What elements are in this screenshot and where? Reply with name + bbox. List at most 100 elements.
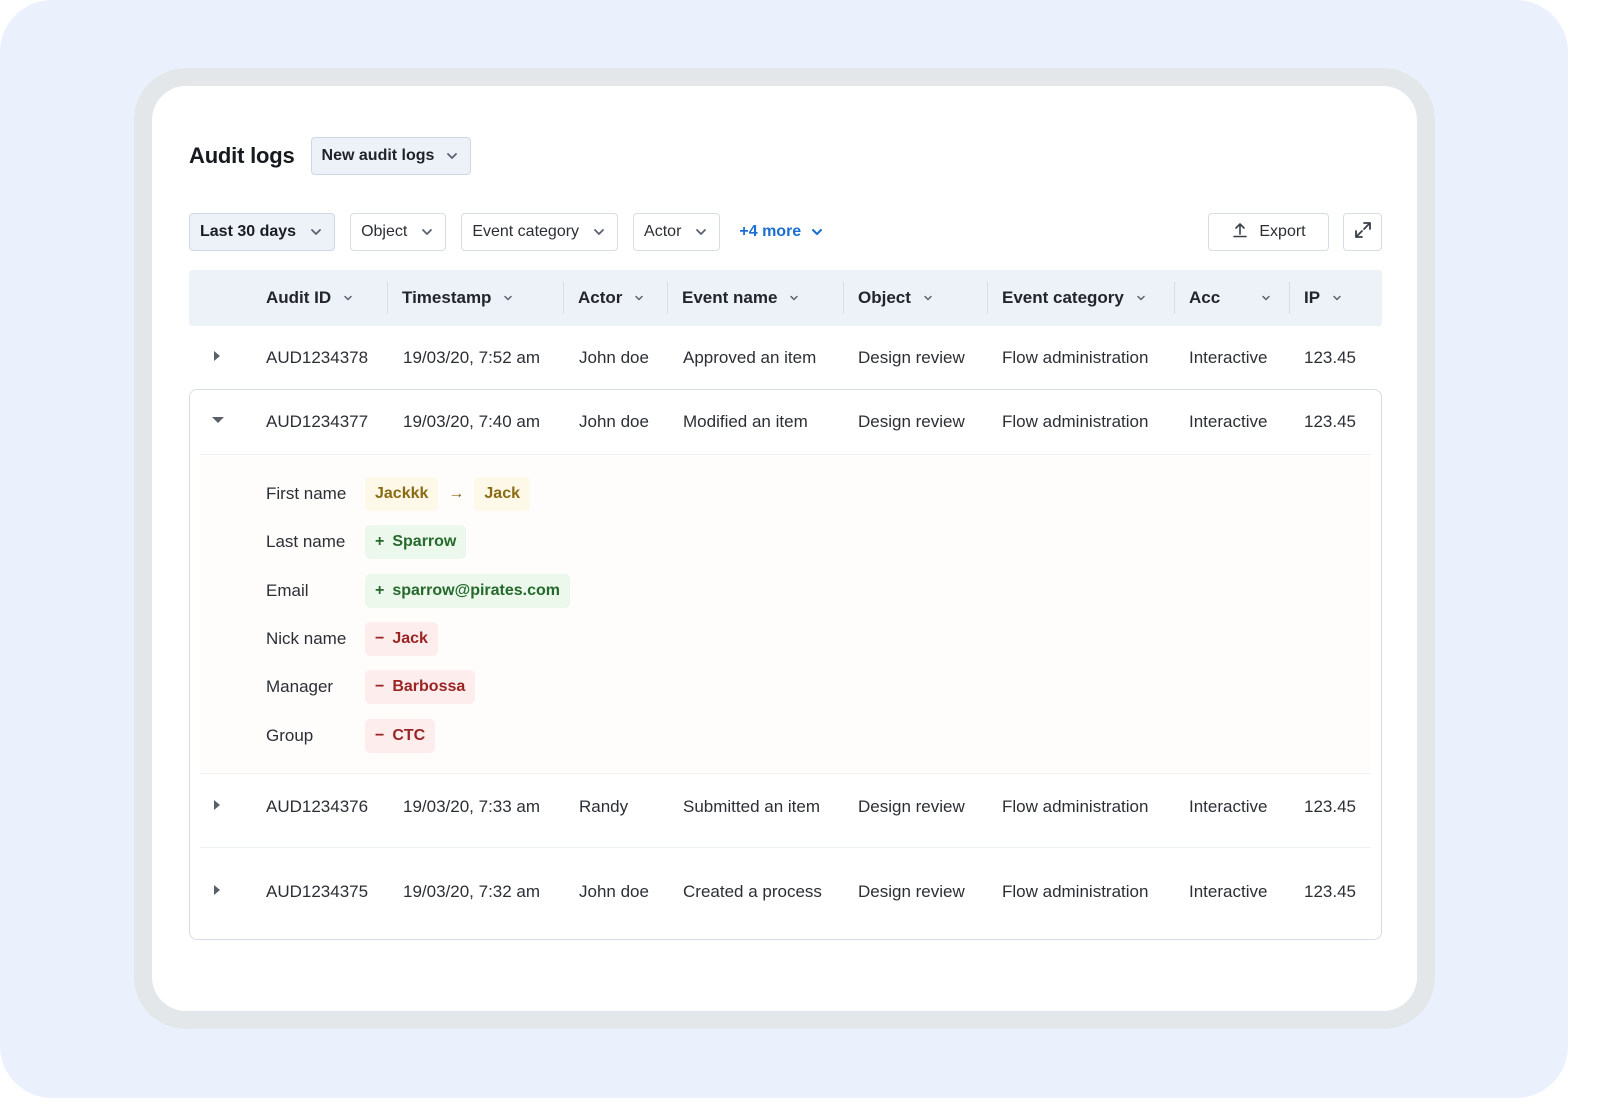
upload-icon <box>1231 221 1249 244</box>
expand-row-toggle[interactable] <box>211 860 223 924</box>
collapse-row-toggle[interactable] <box>211 390 225 454</box>
table-header: Audit ID Timestamp Actor Event name Obje… <box>189 270 1382 326</box>
cell-actor: John doe <box>579 412 649 431</box>
caret-down-icon <box>211 413 225 431</box>
chip-value: sparrow@pirates.com <box>392 582 560 599</box>
column-header-actor[interactable]: Actor <box>578 270 644 326</box>
filter-event-category[interactable]: Event category <box>461 213 619 251</box>
cell-event-category: Flow administration <box>1002 412 1149 431</box>
page-title: Audit logs <box>189 143 295 168</box>
column-divider <box>843 282 844 314</box>
expand-arrows-icon <box>1353 220 1373 245</box>
added-value-chip: + sparrow@pirates.com <box>365 574 570 608</box>
chevron-down-icon <box>923 293 933 303</box>
cell-timestamp: 19/03/20, 7:32 am <box>403 882 541 901</box>
column-divider <box>1174 282 1175 314</box>
chip-value: Barbossa <box>392 678 466 695</box>
removed-value-chip: − CTC <box>365 719 436 753</box>
column-label: Event category <box>1002 288 1124 307</box>
cell-event-name: Approved an item <box>683 348 817 367</box>
chip-value: Sparrow <box>392 533 457 550</box>
column-divider <box>563 282 564 314</box>
filter-object[interactable]: Object <box>350 213 447 251</box>
column-divider <box>387 282 388 314</box>
chevron-down-icon <box>695 226 707 238</box>
removed-value-chip: − Jack <box>365 622 438 656</box>
caret-right-icon <box>211 798 223 817</box>
more-filters-link[interactable]: +4 more <box>739 223 823 241</box>
cell-actor: John doe <box>579 348 649 367</box>
cell-audit-id: AUD1234375 <box>266 882 369 901</box>
detail-label: Group <box>266 726 314 745</box>
row-divider <box>200 847 1371 848</box>
cell-audit-id: AUD1234377 <box>266 412 369 431</box>
column-label: Event name <box>682 288 778 307</box>
fullscreen-button[interactable] <box>1343 213 1382 251</box>
cell-actor: Randy <box>579 797 629 816</box>
column-divider <box>1289 282 1290 314</box>
filter-bar: Last 30 days Object Event category Actor… <box>189 212 1382 252</box>
column-label: Actor <box>578 288 623 307</box>
column-header-event-name[interactable]: Event name <box>682 270 799 326</box>
column-header-event-category[interactable]: Event category <box>1002 270 1146 326</box>
export-label: Export <box>1259 223 1306 240</box>
column-header-timestamp[interactable]: Timestamp <box>402 270 513 326</box>
detail-manager: Manager − Barbossa <box>266 670 476 704</box>
cell-acc: Interactive <box>1189 348 1268 367</box>
more-filters-label: +4 more <box>739 223 802 240</box>
plus-icon: + <box>375 533 385 550</box>
cell-acc: Interactive <box>1189 797 1268 816</box>
cell-ip: 123.45 <box>1304 797 1356 816</box>
minus-icon: − <box>375 630 385 647</box>
column-header-audit-id[interactable]: Audit ID <box>266 270 353 326</box>
view-select-label: New audit logs <box>321 147 435 164</box>
cell-audit-id: AUD1234376 <box>266 797 369 816</box>
arrow-right-icon: → <box>448 485 465 502</box>
table-row[interactable]: AUD1234375 19/03/20, 7:32 am John doe Cr… <box>189 860 1382 924</box>
column-label: Acc <box>1189 288 1221 307</box>
old-value-chip: Jackkk <box>365 477 439 511</box>
plus-icon: + <box>375 582 385 599</box>
expand-row-toggle[interactable] <box>211 775 223 839</box>
column-label: Object <box>858 288 911 307</box>
cell-event-category: Flow administration <box>1002 797 1149 816</box>
title-row: Audit logs New audit logs <box>189 136 472 176</box>
chip-value: Jack <box>392 630 428 647</box>
export-button[interactable]: Export <box>1208 213 1329 251</box>
expand-row-toggle[interactable] <box>211 326 223 390</box>
cell-event-name: Modified an item <box>683 412 808 431</box>
column-label: IP <box>1304 288 1321 307</box>
cell-timestamp: 19/03/20, 7:52 am <box>403 348 541 367</box>
table-row[interactable]: AUD1234378 19/03/20, 7:52 am John doe Ap… <box>189 326 1382 390</box>
chevron-down-icon <box>503 293 513 303</box>
chevron-down-icon <box>310 226 322 238</box>
view-select-dropdown[interactable]: New audit logs <box>310 137 472 175</box>
chevron-down-icon <box>421 226 433 238</box>
cell-timestamp: 19/03/20, 7:40 am <box>403 412 541 431</box>
chevron-down-icon <box>634 293 644 303</box>
table-row-expanded[interactable]: AUD1234377 19/03/20, 7:40 am John doe Mo… <box>189 390 1382 454</box>
filter-actor[interactable]: Actor <box>633 213 721 251</box>
chip-value: CTC <box>392 727 426 744</box>
chevron-down-icon <box>446 150 458 162</box>
new-value-chip: Jack <box>474 477 530 511</box>
detail-email: Email + sparrow@pirates.com <box>266 574 570 608</box>
cell-event-category: Flow administration <box>1002 348 1149 367</box>
cell-actor: John doe <box>579 882 649 901</box>
chevron-down-icon <box>811 226 823 238</box>
column-header-acc[interactable]: Acc <box>1189 270 1271 326</box>
detail-label: Email <box>266 581 309 600</box>
cell-object: Design review <box>858 412 965 431</box>
filter-date-range-label: Last 30 days <box>200 223 297 240</box>
cell-ip: 123.45 <box>1304 882 1356 901</box>
table-row[interactable]: AUD1234376 19/03/20, 7:33 am Randy Submi… <box>189 775 1382 839</box>
cell-acc: Interactive <box>1189 412 1268 431</box>
column-divider <box>667 282 668 314</box>
column-header-ip[interactable]: IP <box>1304 270 1342 326</box>
detail-last-name: Last name + Sparrow <box>266 525 467 559</box>
filter-date-range[interactable]: Last 30 days <box>189 213 336 251</box>
cell-event-name: Created a process <box>683 882 822 901</box>
detail-label: Manager <box>266 677 334 696</box>
cell-acc: Interactive <box>1189 882 1268 901</box>
column-header-object[interactable]: Object <box>858 270 933 326</box>
